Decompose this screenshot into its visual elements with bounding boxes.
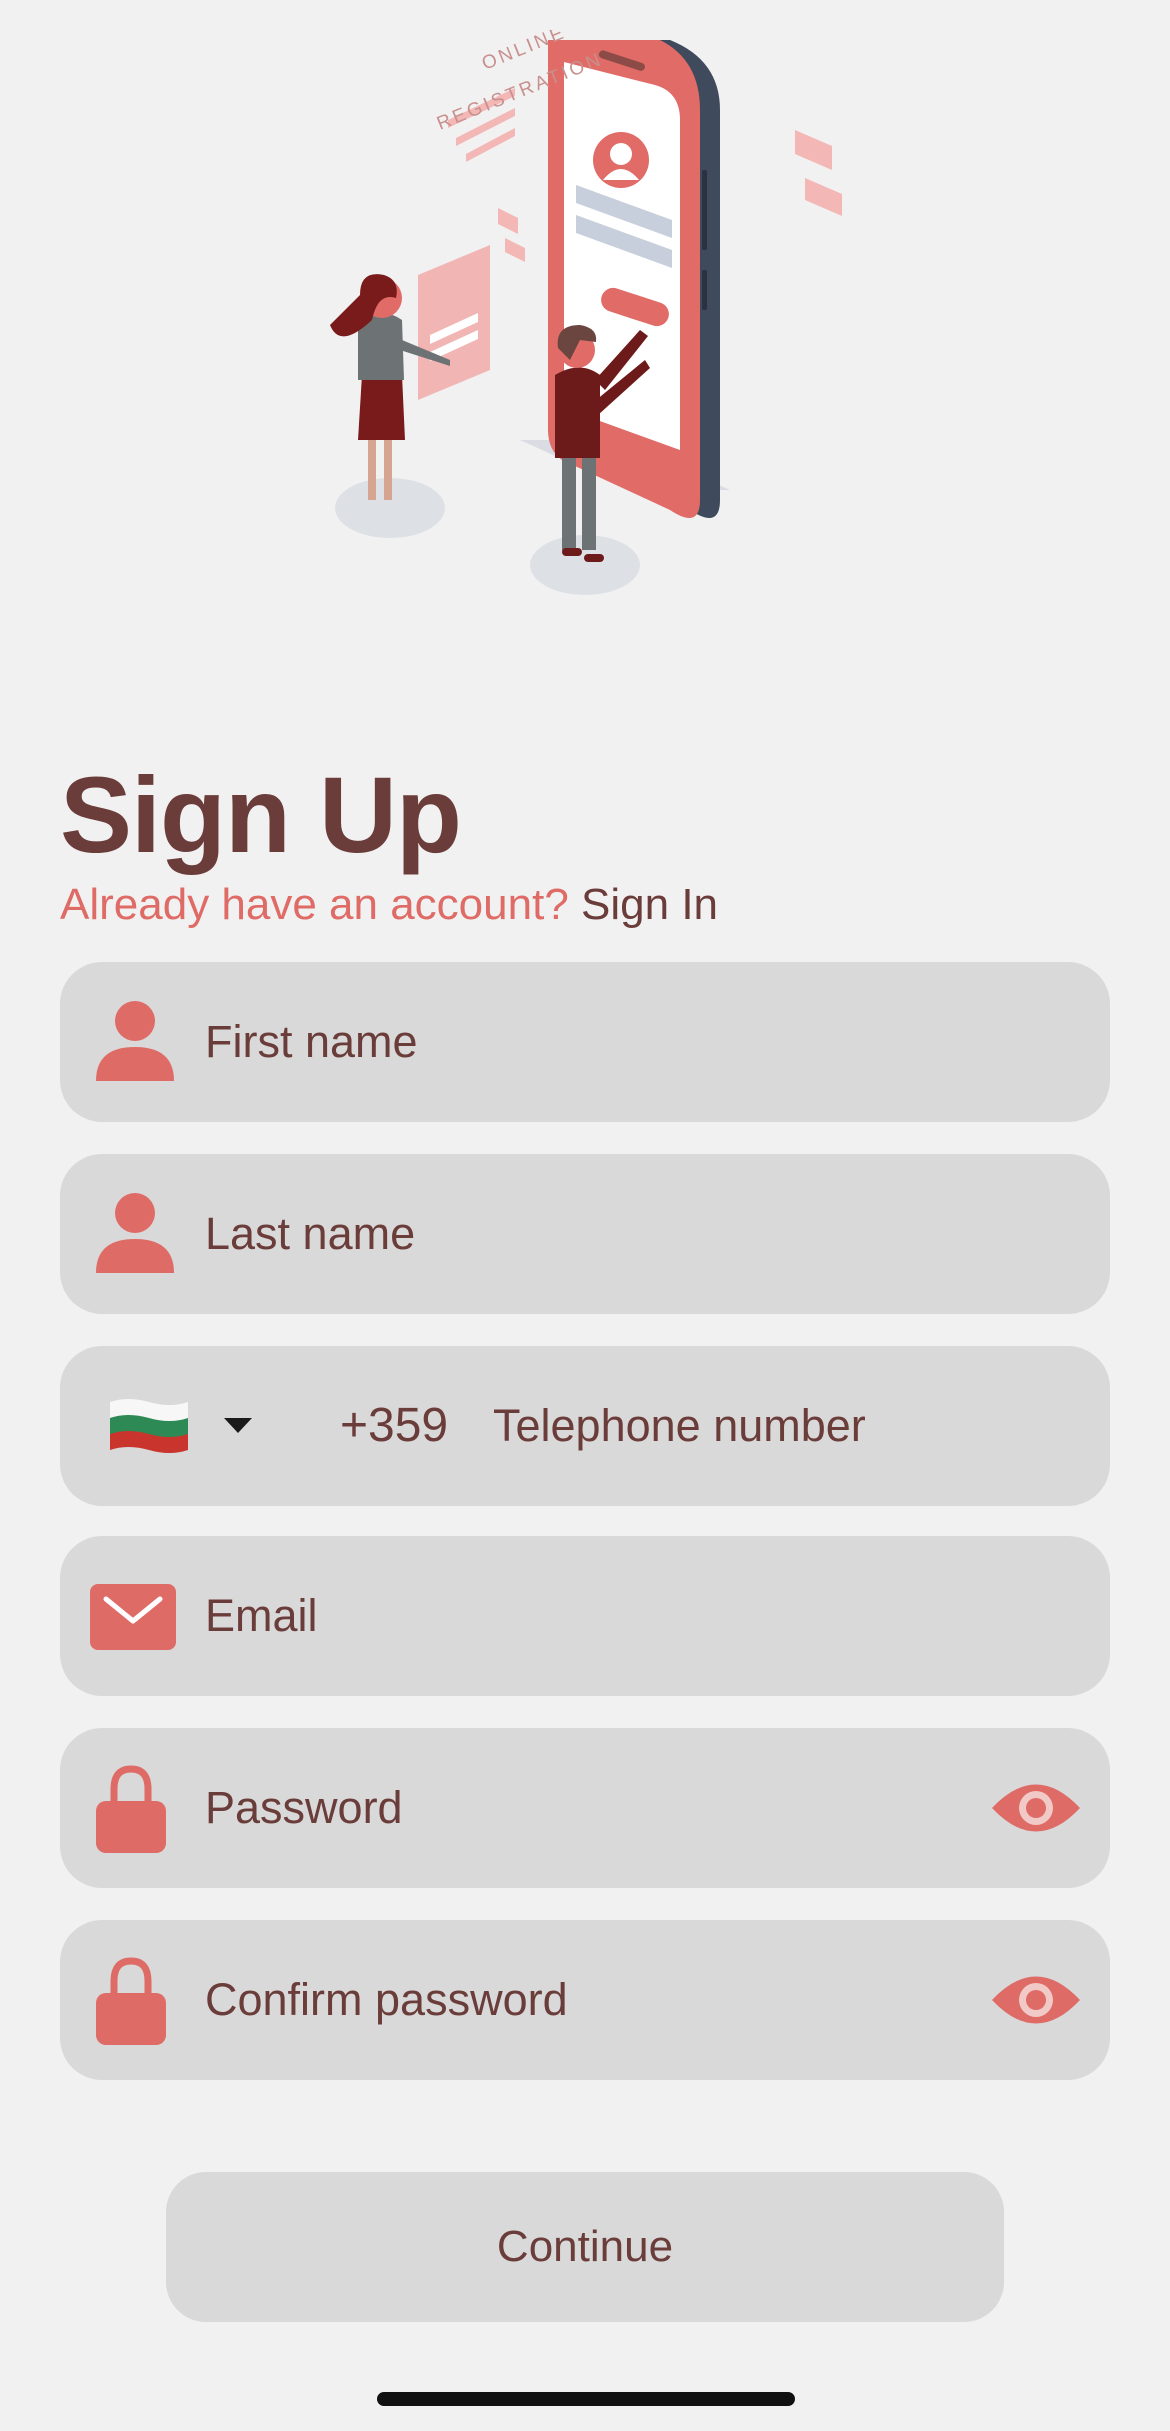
first-name-placeholder: First name — [205, 1016, 418, 1067]
signin-prompt-row: Already have an account? Sign In — [60, 875, 718, 935]
lock-icon — [96, 1957, 166, 2045]
confirm-password-placeholder: Confirm password — [205, 1974, 568, 2025]
chevron-down-icon[interactable] — [222, 1414, 254, 1436]
first-name-field[interactable]: First name — [60, 962, 1110, 1122]
last-name-field[interactable]: Last name — [60, 1154, 1110, 1314]
signin-prompt-text: Already have an account? — [60, 880, 569, 929]
home-indicator — [377, 2392, 795, 2406]
email-field[interactable]: Email — [60, 1536, 1110, 1696]
email-placeholder: Email — [205, 1590, 318, 1641]
telephone-placeholder: Telephone number — [493, 1400, 866, 1451]
confirm-password-field[interactable]: Confirm password — [60, 1920, 1110, 2080]
password-placeholder: Password — [205, 1782, 403, 1833]
bulgaria-flag-icon[interactable] — [108, 1396, 190, 1454]
page-title: Sign Up — [60, 754, 462, 875]
continue-button[interactable]: Continue — [166, 2172, 1004, 2322]
password-field[interactable]: Password — [60, 1728, 1110, 1888]
mail-icon — [90, 1584, 176, 1650]
last-name-placeholder: Last name — [205, 1208, 416, 1259]
eye-icon[interactable] — [990, 1965, 1082, 2035]
registration-illustration: REGISTRATION ONLINE — [330, 30, 842, 595]
sign-in-link[interactable]: Sign In — [581, 880, 718, 929]
eye-icon[interactable] — [990, 1773, 1082, 1843]
lock-icon — [96, 1765, 166, 1853]
person-icon — [96, 1193, 174, 1273]
telephone-field[interactable]: +359 Telephone number — [60, 1346, 1110, 1506]
person-icon — [96, 1001, 174, 1081]
country-code: +359 — [340, 1399, 449, 1452]
